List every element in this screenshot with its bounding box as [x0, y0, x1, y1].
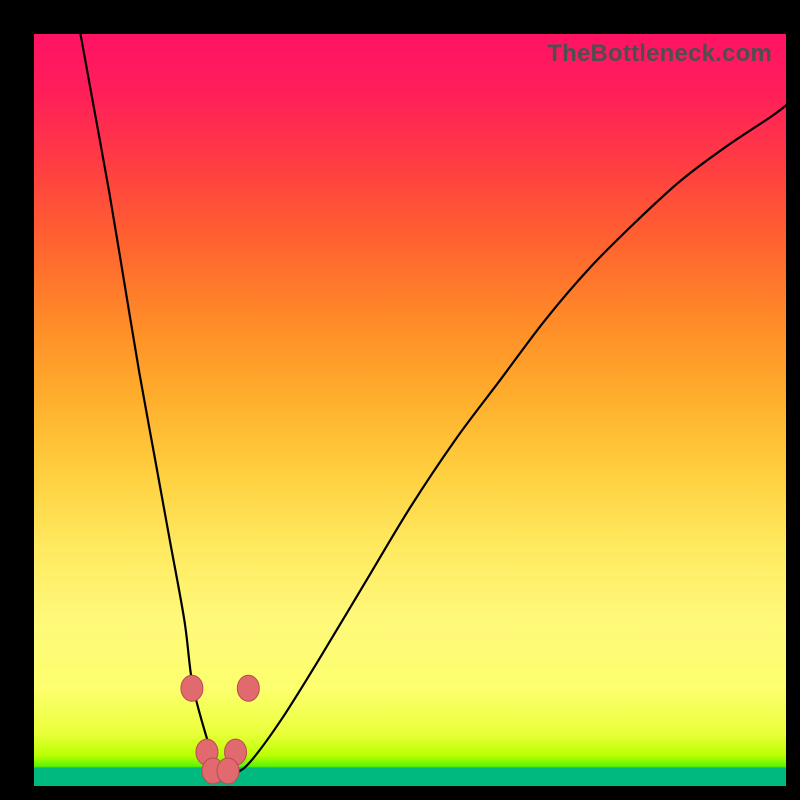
curve-marker	[225, 739, 247, 765]
curve-marker	[196, 739, 218, 765]
attribution-text: TheBottleneck.com	[547, 40, 772, 68]
plot-area: TheBottleneck.com	[34, 34, 786, 786]
chart-frame: TheBottleneck.com	[0, 0, 800, 800]
curve-marker	[237, 675, 259, 701]
v-curve	[34, 34, 786, 786]
curve-marker	[202, 758, 224, 784]
curve-marker	[217, 758, 239, 784]
curve-marker	[181, 675, 203, 701]
